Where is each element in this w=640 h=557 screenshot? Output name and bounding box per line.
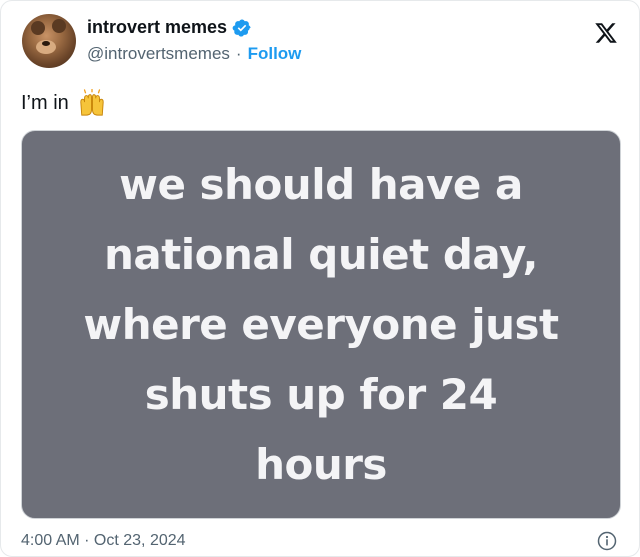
follow-button[interactable]: Follow (248, 44, 302, 64)
info-icon[interactable] (597, 531, 617, 551)
author-display-name[interactable]: introvert memes (87, 17, 227, 38)
tweet-image-text: we should have a national quiet day, whe… (83, 159, 559, 489)
tweet-timestamp[interactable]: 4:00 AM · Oct 23, 2024 (21, 532, 186, 550)
tweet-image[interactable]: we should have a national quiet day, whe… (21, 130, 621, 519)
avatar-nose (42, 41, 50, 46)
tweet-text-row: I’m in (21, 89, 107, 117)
author-handle-row: @introvertsmemes · Follow (87, 44, 301, 64)
tweet-text: I’m in (21, 91, 69, 114)
raised-hands-icon (80, 89, 104, 116)
x-logo-icon[interactable] (593, 21, 619, 45)
author-handle[interactable]: @introvertsmemes (87, 44, 230, 64)
avatar-ear-right (52, 19, 66, 33)
avatar[interactable] (22, 14, 76, 68)
verified-badge-icon (232, 18, 251, 37)
tweet-card: introvert memes @introvertsmemes · Follo… (0, 0, 640, 557)
author-name-row: introvert memes (87, 17, 252, 38)
avatar-ear-left (31, 21, 45, 35)
separator-dot: · (235, 44, 242, 63)
